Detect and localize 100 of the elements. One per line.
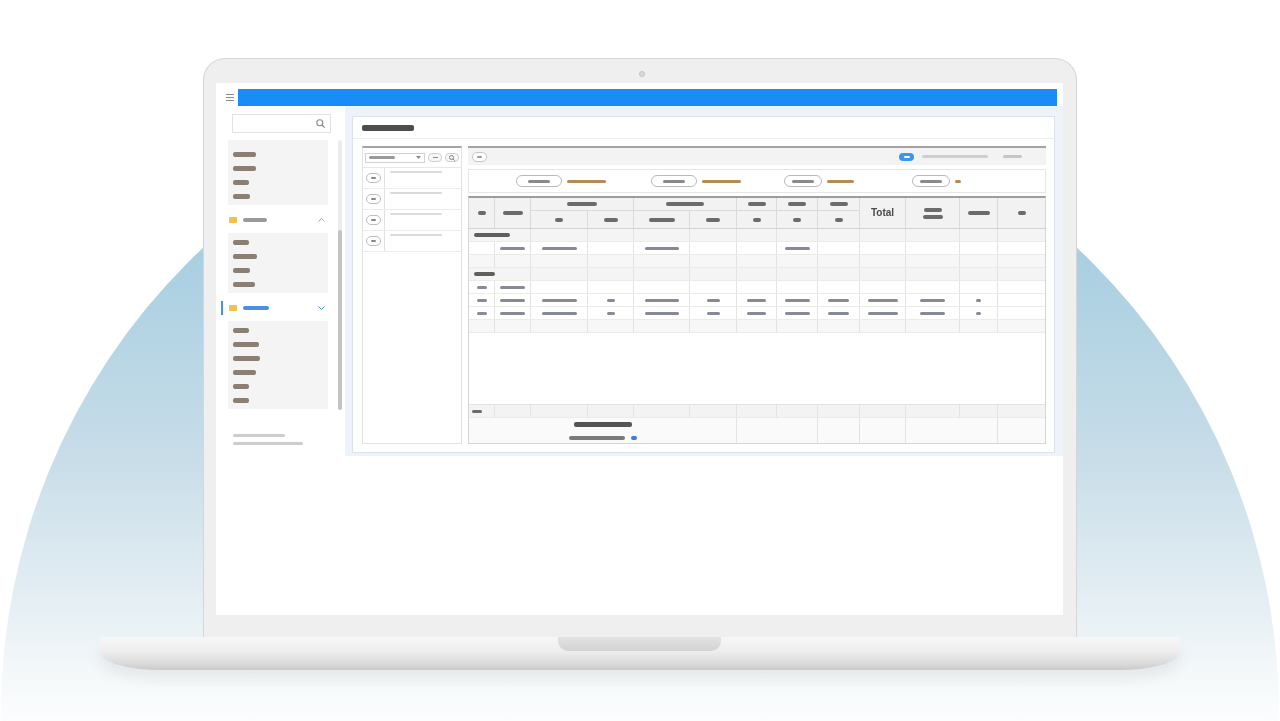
blurred-text [828, 298, 849, 302]
blurred-text [784, 246, 810, 250]
sidebar-item[interactable] [233, 151, 256, 157]
blurred-text [603, 217, 618, 222]
pill-badge [366, 194, 381, 204]
blurred-text [706, 217, 720, 222]
search-icon [449, 154, 455, 161]
sidebar-item[interactable] [233, 383, 249, 389]
chevron-icon [318, 305, 325, 310]
blurred-text [920, 298, 945, 302]
pill-button[interactable] [912, 175, 950, 187]
blurred-text [976, 311, 981, 315]
blurred-text [555, 217, 563, 222]
pill-badge [366, 215, 381, 225]
blurred-text [541, 311, 577, 315]
blurred-text [474, 272, 495, 276]
tag-badge [899, 152, 914, 161]
blurred-text [784, 311, 810, 315]
sidebar-item[interactable] [233, 281, 255, 287]
blurred-text [922, 155, 988, 158]
folder-icon [229, 216, 237, 223]
blurred-text [567, 202, 597, 206]
dropdown-field[interactable] [365, 152, 425, 163]
blurred-text [568, 435, 637, 440]
sidebar-item[interactable] [233, 355, 260, 361]
blurred-text [666, 202, 704, 206]
blurred-text [644, 311, 679, 315]
blurred-text [967, 211, 990, 215]
sidebar-item[interactable] [233, 179, 249, 185]
blurred-text [541, 298, 577, 302]
sidebar-item[interactable] [233, 369, 256, 375]
menu-icon[interactable] [226, 94, 234, 101]
blurred-text [834, 217, 843, 222]
sidebar-item[interactable] [233, 341, 259, 347]
blurred-text [644, 298, 679, 302]
blurred-text [476, 298, 487, 302]
scrollbar-thumb[interactable] [338, 230, 342, 410]
blurred-text [867, 311, 898, 315]
blurred-text [500, 311, 525, 315]
pill-badge [366, 236, 381, 246]
blurred-text [827, 179, 854, 183]
blurred-text [976, 298, 981, 302]
search-field[interactable] [232, 114, 331, 133]
pill-button[interactable] [472, 151, 487, 162]
pill-badge [366, 173, 381, 183]
caret-icon [416, 156, 421, 159]
blurred-text [567, 179, 606, 183]
search-icon [316, 119, 325, 128]
blurred-text [476, 285, 487, 289]
blurred-text [233, 442, 303, 445]
sidebar-item[interactable] [233, 239, 249, 245]
blurred-text [500, 285, 525, 289]
blurred-text [747, 298, 766, 302]
pill-button[interactable] [651, 175, 697, 187]
pill-button[interactable] [784, 175, 822, 187]
blurred-text [793, 217, 801, 222]
blurred-text [706, 311, 720, 315]
minus-icon [432, 157, 438, 158]
blurred-text [784, 298, 810, 302]
blurred-text [500, 246, 525, 250]
blurred-text [477, 211, 486, 215]
sidebar-item[interactable] [233, 165, 256, 171]
blurred-text [233, 434, 285, 437]
blurred-text [573, 421, 632, 427]
blurred-text [702, 179, 741, 183]
pill-button[interactable] [516, 175, 562, 187]
blurred-text [829, 202, 848, 206]
blurred-text [747, 202, 766, 206]
sidebar-item[interactable] [233, 253, 257, 259]
blurred-text [1003, 155, 1022, 158]
folder-icon [229, 304, 237, 311]
blurred-text [867, 298, 898, 302]
small-button[interactable] [428, 153, 442, 162]
sidebar-item[interactable] [233, 193, 250, 199]
chevron-icon [318, 217, 325, 222]
blurred-text [752, 217, 761, 222]
sidebar-item[interactable] [233, 397, 249, 403]
blurred-text [472, 409, 482, 413]
blurred-text [474, 233, 510, 237]
blurred-text [955, 179, 961, 183]
blurred-title [362, 124, 414, 131]
scrollbar-track[interactable] [338, 140, 342, 410]
sidebar-item[interactable] [233, 267, 250, 273]
blurred-text [541, 246, 577, 250]
blurred-text [502, 211, 523, 215]
blurred-text [500, 298, 525, 302]
blurred-text [644, 246, 679, 250]
sidebar-item[interactable] [233, 327, 249, 333]
blurred-text [788, 202, 806, 206]
blurred-text [828, 311, 849, 315]
blurred-text [922, 207, 943, 219]
camera-icon [639, 71, 645, 77]
search-button[interactable] [445, 153, 459, 162]
blurred-text [747, 311, 766, 315]
blurred-text [648, 217, 675, 222]
blurred-text [920, 311, 945, 315]
blurred-text [1017, 211, 1026, 215]
blurred-text [706, 298, 720, 302]
column-header: Total [870, 207, 895, 219]
blurred-text [476, 311, 487, 315]
